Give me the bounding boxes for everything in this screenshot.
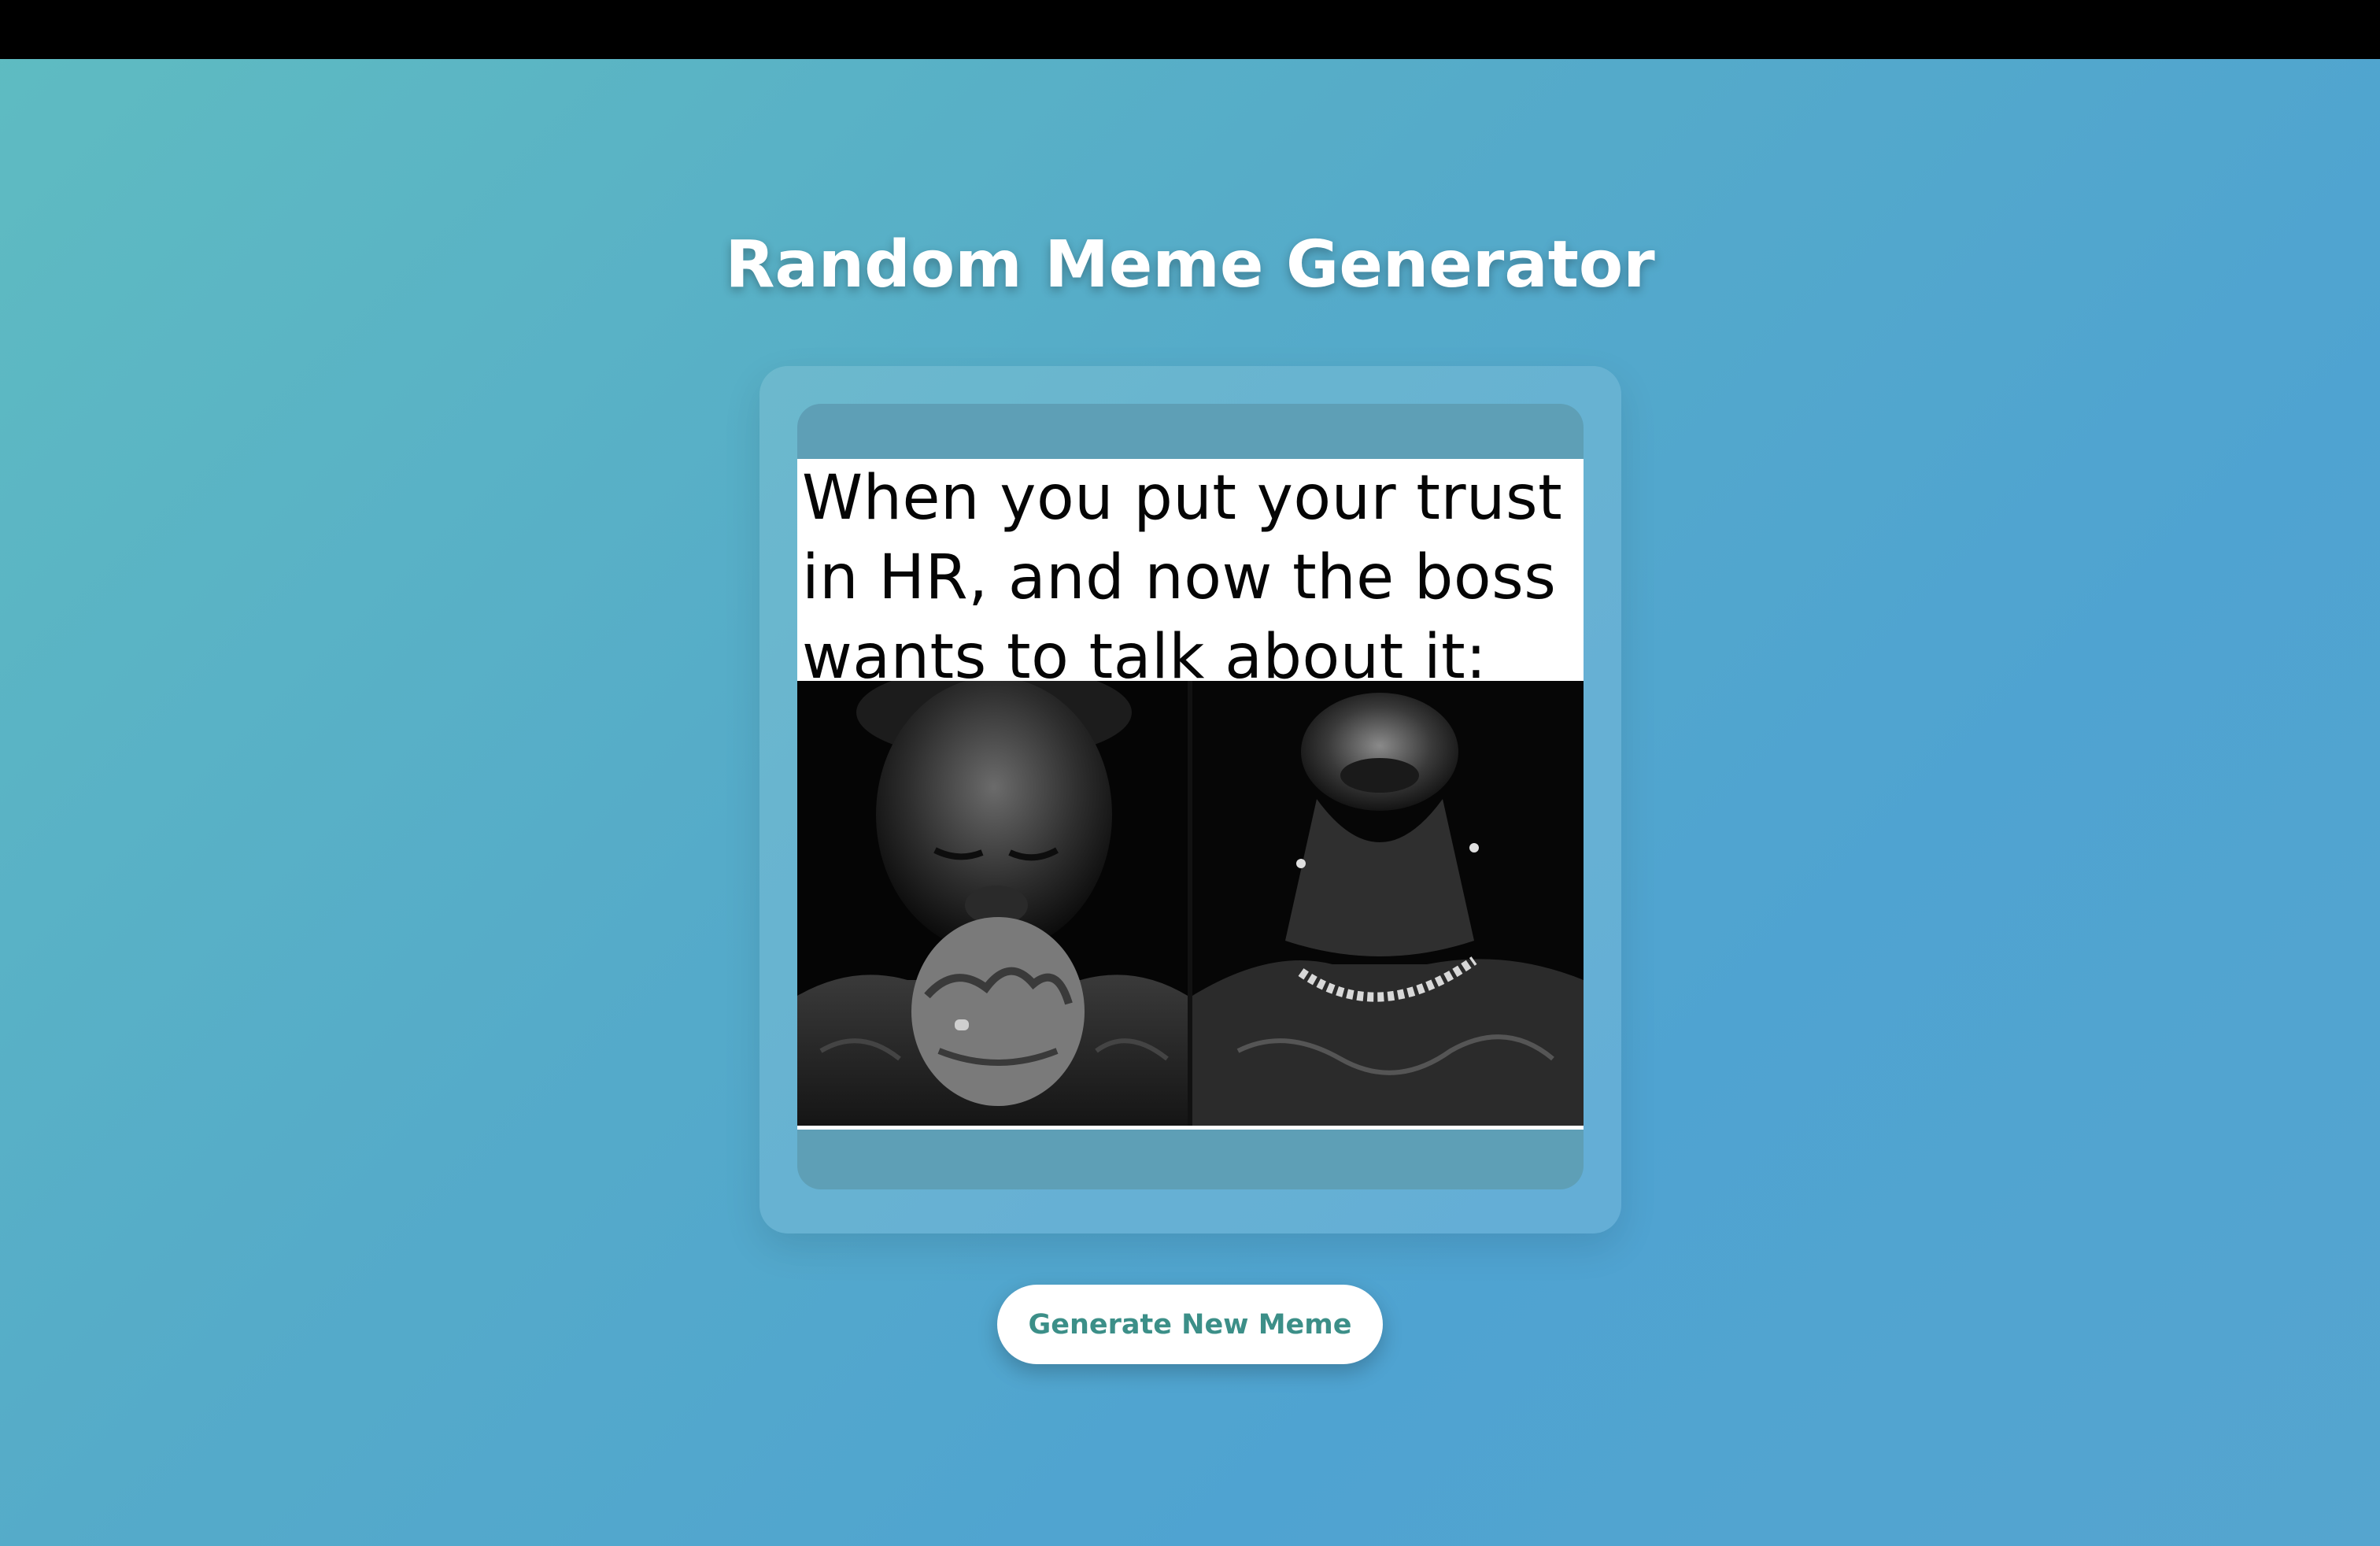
meme-image: When you put your trust in HR, and now t…: [797, 459, 1584, 1130]
meme-frame: When you put your trust in HR, and now t…: [797, 404, 1584, 1189]
meme-photo: [797, 681, 1584, 1126]
generate-new-meme-button[interactable]: Generate New Meme: [997, 1285, 1383, 1364]
browser-top-bar: [0, 0, 2380, 59]
meme-card: When you put your trust in HR, and now t…: [759, 366, 1621, 1233]
page-title: Random Meme Generator: [725, 227, 1655, 302]
meme-photo-illustration: [797, 681, 1584, 1126]
meme-caption: When you put your trust in HR, and now t…: [802, 463, 1563, 681]
